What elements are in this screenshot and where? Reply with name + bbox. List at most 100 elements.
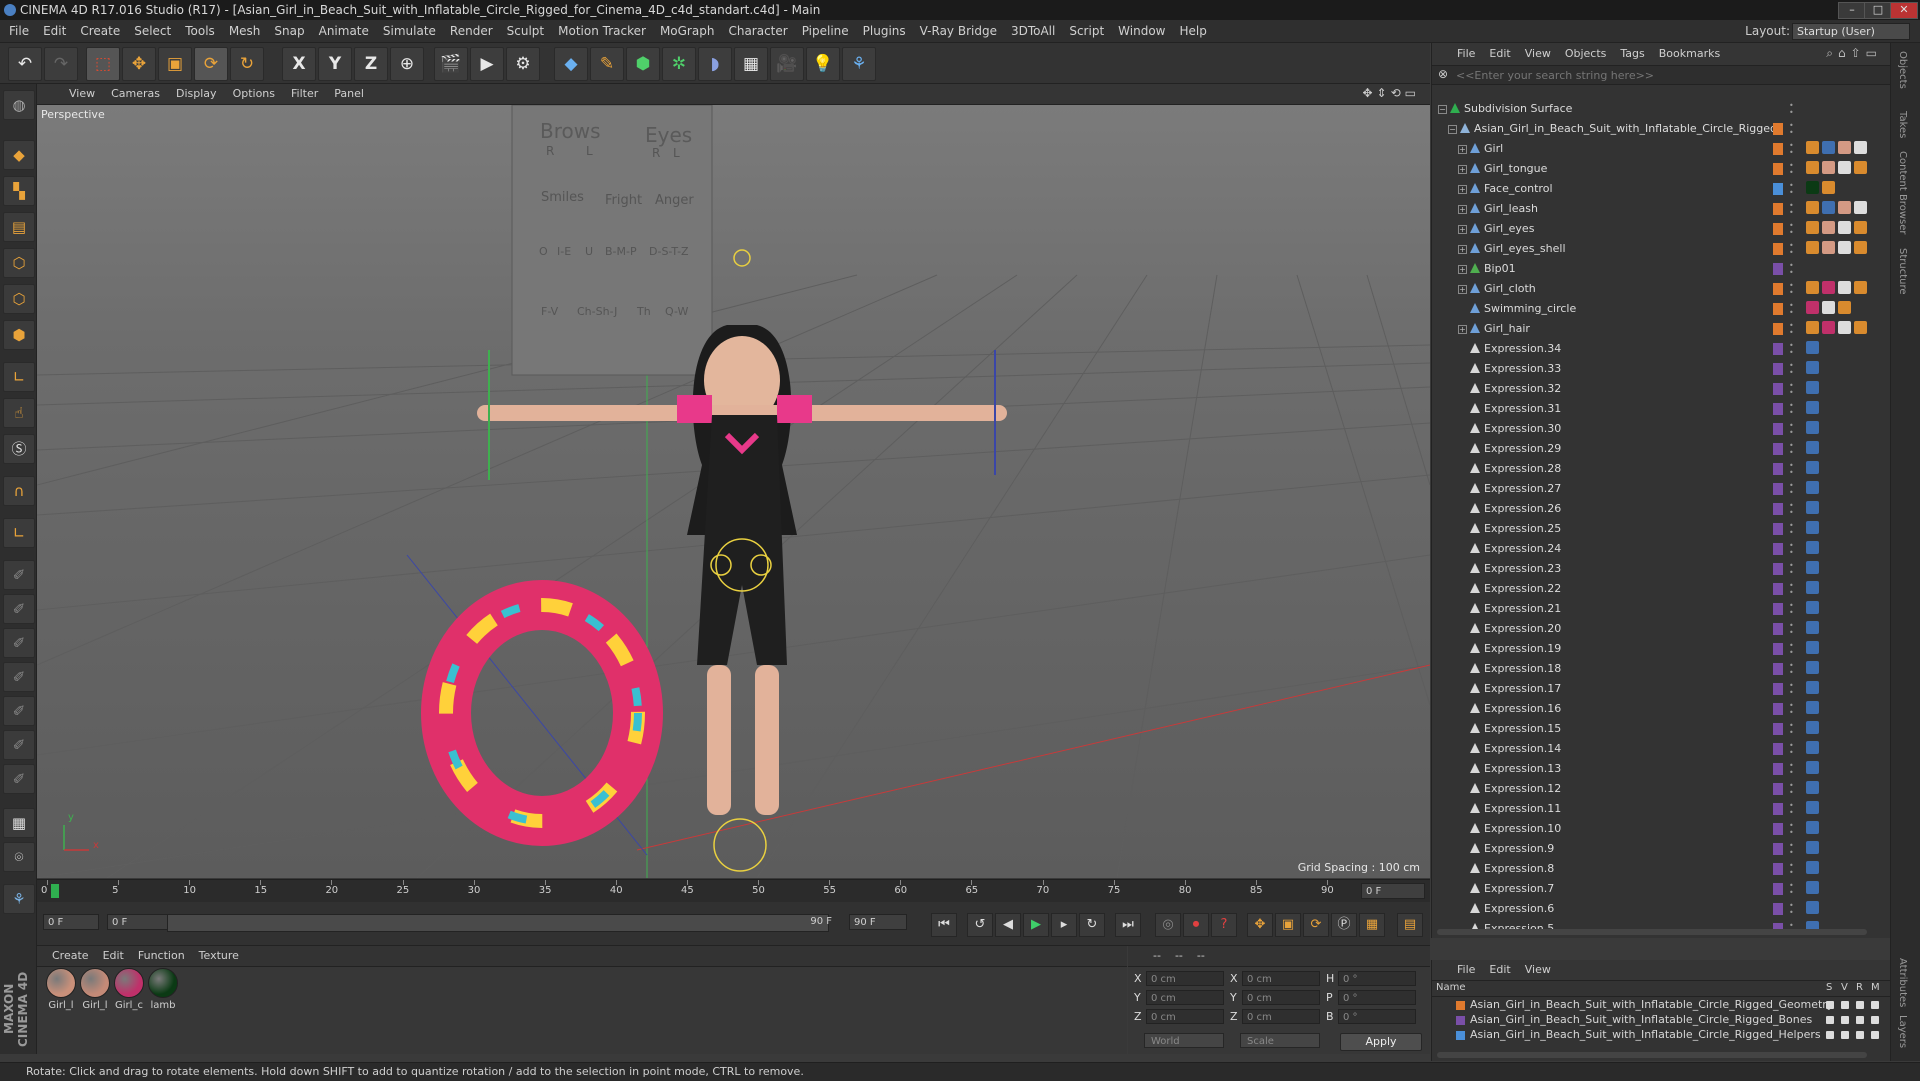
object-tag-icon[interactable] — [1854, 201, 1867, 214]
layer-manager-menu-item-2[interactable]: View — [1518, 960, 1558, 980]
tab-layers[interactable]: Layers — [1897, 1015, 1908, 1048]
object-layer-swatch[interactable] — [1773, 123, 1783, 135]
play-forward-icon[interactable]: ▶ — [1023, 913, 1049, 937]
make-editable-icon[interactable]: ◍ — [3, 90, 35, 120]
object-tag-icon[interactable] — [1806, 741, 1819, 754]
object-layer-swatch[interactable] — [1773, 483, 1783, 495]
menu-item-17[interactable]: 3DToAll — [1004, 20, 1062, 42]
cube-object-icon[interactable]: ◆ — [554, 47, 588, 81]
live-selection-icon[interactable]: ⬚ — [86, 47, 120, 81]
object-tag-icon[interactable] — [1822, 321, 1835, 334]
object-layer-swatch[interactable] — [1773, 223, 1783, 235]
object-row[interactable]: Expression.23 • • — [1432, 559, 1877, 579]
render-picture-viewer-icon[interactable]: ▶ — [470, 47, 504, 81]
key-pla-icon[interactable]: ▦ — [1359, 913, 1385, 937]
object-row[interactable]: Expression.14 • • — [1432, 739, 1877, 759]
visibility-dots-icon[interactable]: • • — [1789, 842, 1794, 857]
z-axis-lock-button[interactable]: Z — [354, 47, 388, 81]
visibility-dots-icon[interactable]: • • — [1789, 122, 1794, 137]
sculpt-pull-icon[interactable]: ✐ — [3, 594, 35, 624]
python-icon[interactable]: ⚘ — [842, 47, 876, 81]
x-axis-lock-button[interactable]: X — [282, 47, 316, 81]
visibility-dots-icon[interactable]: • • — [1789, 202, 1794, 217]
object-tag-icon[interactable] — [1806, 541, 1819, 554]
visibility-dots-icon[interactable]: • • — [1789, 242, 1794, 257]
object-tag-icon[interactable] — [1806, 821, 1819, 834]
undo-icon[interactable]: ↶ — [8, 47, 42, 81]
expand-toggle-icon[interactable]: + — [1458, 245, 1467, 254]
object-tag-icon[interactable] — [1838, 321, 1851, 334]
expand-toggle-icon[interactable]: + — [1458, 285, 1467, 294]
expand-toggle-icon[interactable]: − — [1448, 125, 1457, 134]
object-tag-icon[interactable] — [1806, 141, 1819, 154]
sculpt-flatten-icon[interactable]: ✐ — [3, 662, 35, 692]
object-row[interactable]: Expression.25 • • — [1432, 519, 1877, 539]
end-frame-field[interactable]: 90 F — [849, 914, 907, 930]
menu-item-8[interactable]: Simulate — [376, 20, 443, 42]
object-row[interactable]: + Face_control • • — [1432, 179, 1877, 199]
object-tag-icon[interactable] — [1822, 161, 1835, 174]
coordinates-menu-item-0[interactable]: -- — [1146, 946, 1168, 966]
object-row[interactable]: Expression.12 • • — [1432, 779, 1877, 799]
close-search-icon[interactable]: ⊗ — [1438, 67, 1448, 81]
object-row[interactable]: Expression.8 • • — [1432, 859, 1877, 879]
object-tag-icon[interactable] — [1806, 381, 1819, 394]
object-layer-swatch[interactable] — [1773, 623, 1783, 635]
object-layer-swatch[interactable] — [1773, 803, 1783, 815]
key-parameter-icon[interactable]: Ⓟ — [1331, 913, 1357, 937]
grid-mask-icon[interactable]: ▦ — [3, 808, 35, 838]
visibility-dots-icon[interactable]: • • — [1789, 902, 1794, 917]
object-tag-icon[interactable] — [1806, 441, 1819, 454]
visibility-dots-icon[interactable]: • • — [1789, 182, 1794, 197]
layer-row[interactable]: Asian_Girl_in_Beach_Suit_with_Inflatable… — [1432, 998, 1890, 1012]
object-manager-menu-item-3[interactable]: Objects — [1558, 43, 1614, 65]
viewport-menu-item-1[interactable]: Cameras — [103, 84, 168, 104]
object-row[interactable]: Expression.10 • • — [1432, 819, 1877, 839]
object-tag-icon[interactable] — [1806, 681, 1819, 694]
sculpt-inflate-icon[interactable]: ✐ — [3, 696, 35, 726]
key-scale-icon[interactable]: ▣ — [1275, 913, 1301, 937]
object-row[interactable]: Expression.22 • • — [1432, 579, 1877, 599]
object-row[interactable]: Expression.6 • • — [1432, 899, 1877, 919]
object-tag-icon[interactable] — [1822, 141, 1835, 154]
object-row[interactable]: + Girl_hair • • — [1432, 319, 1877, 339]
move-icon[interactable]: ✥ — [122, 47, 156, 81]
next-key-icon[interactable]: ↻ — [1079, 913, 1105, 937]
object-row[interactable]: + Girl_tongue • • — [1432, 159, 1877, 179]
layer-flag-toggle[interactable] — [1871, 1001, 1879, 1009]
object-tag-icon[interactable] — [1854, 161, 1867, 174]
object-layer-swatch[interactable] — [1773, 583, 1783, 595]
workplane-axis-icon[interactable]: ∟ — [3, 518, 35, 548]
expand-toggle-icon[interactable]: + — [1458, 205, 1467, 214]
coordinate-system-icon[interactable]: ⊕ — [390, 47, 424, 81]
rotate-icon[interactable]: ⟳ — [194, 47, 228, 81]
object-row[interactable]: − Asian_Girl_in_Beach_Suit_with_Inflatabl… — [1432, 119, 1877, 139]
visibility-dots-icon[interactable]: • • — [1789, 282, 1794, 297]
object-layer-swatch[interactable] — [1773, 723, 1783, 735]
object-layer-swatch[interactable] — [1773, 683, 1783, 695]
visibility-dots-icon[interactable]: • • — [1789, 442, 1794, 457]
visibility-dots-icon[interactable]: • • — [1789, 862, 1794, 877]
object-layer-swatch[interactable] — [1773, 303, 1783, 315]
scale-icon[interactable]: ▣ — [158, 47, 192, 81]
object-tag-icon[interactable] — [1806, 881, 1819, 894]
layer-flag-toggle[interactable] — [1841, 1001, 1849, 1009]
coordinate-space-select[interactable]: World — [1144, 1033, 1224, 1048]
object-layer-swatch[interactable] — [1773, 903, 1783, 915]
visibility-dots-icon[interactable]: • • — [1789, 602, 1794, 617]
object-tag-icon[interactable] — [1838, 301, 1851, 314]
object-row[interactable]: Expression.9 • • — [1432, 839, 1877, 859]
object-manager-menu-item-4[interactable]: Tags — [1613, 43, 1651, 65]
object-row[interactable]: Expression.11 • • — [1432, 799, 1877, 819]
timeline-ruler[interactable]: 0 5 10 15 20 25 30 35 40 45 50 55 60 65 70 75 80 85 90 0 F — [37, 879, 1430, 902]
object-layer-swatch[interactable] — [1773, 343, 1783, 355]
visibility-dots-icon[interactable]: • • — [1789, 102, 1794, 117]
menu-item-5[interactable]: Mesh — [222, 20, 268, 42]
object-tag-icon[interactable] — [1806, 581, 1819, 594]
material-item[interactable]: Girl_c — [113, 968, 145, 1011]
visibility-dots-icon[interactable]: • • — [1789, 482, 1794, 497]
object-layer-swatch[interactable] — [1773, 463, 1783, 475]
viewport-menu-item-5[interactable]: Panel — [326, 84, 372, 104]
expand-toggle-icon[interactable]: + — [1458, 265, 1467, 274]
coordinate-mode-select[interactable]: Scale — [1240, 1033, 1320, 1048]
